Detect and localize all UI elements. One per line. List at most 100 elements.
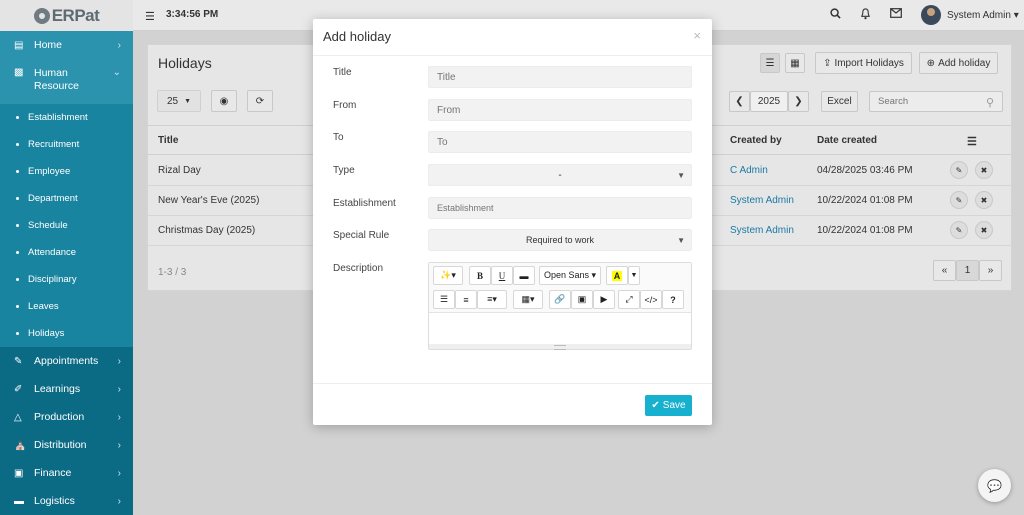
resize-handle[interactable] [429,344,691,350]
cell-title: New Year's Eve (2025) [158,195,260,206]
paragraph-align-button[interactable]: ≡▾ [477,290,507,309]
unordered-list-button[interactable]: ☰ [433,290,455,309]
bell-icon[interactable] [860,8,871,23]
pagination-next-button[interactable]: » [979,260,1002,281]
to-date-input[interactable] [428,131,692,153]
page-size-select[interactable]: 25 ▼ [157,90,201,112]
delete-row-button[interactable]: ✖ [975,161,993,179]
bank-icon: ⛪ [14,439,27,451]
sidebar-subitem-recruitment[interactable]: Recruitment [0,131,133,158]
title-input[interactable] [428,66,692,88]
bullet-icon [16,278,19,281]
toggle-columns-button[interactable]: ◉ [211,90,237,112]
chevron-right-icon: › [117,495,121,507]
text-color-button[interactable]: A [606,266,628,285]
type-label: Type [333,165,355,176]
calendar-view-button[interactable]: ▦ [785,53,805,73]
cell-created-by[interactable]: C Admin [730,165,768,176]
editor-content-area[interactable] [429,314,691,344]
sidebar-subitem-attendance[interactable]: Attendance [0,239,133,266]
save-label: Save [662,400,686,411]
underline-button[interactable]: U [491,266,513,285]
sidebar-item-appointments[interactable]: ✎ Appointments › [0,347,133,375]
from-date-input[interactable] [428,99,692,121]
sidebar-subitem-schedule[interactable]: Schedule [0,212,133,239]
magic-style-button[interactable]: ✨▾ [433,266,463,285]
sidebar-subitem-employee[interactable]: Employee [0,158,133,185]
save-button[interactable]: ✔ Save [645,395,692,416]
type-select[interactable]: - ▼ [428,164,692,186]
sidebar-subitem-establishment[interactable]: Establishment [0,104,133,131]
close-icon[interactable]: × [693,28,701,43]
sidebar-item-human-resource[interactable]: ▩ Human Resource ⌄ [0,59,133,104]
delete-row-button[interactable]: ✖ [975,221,993,239]
sidebar-item-learnings[interactable]: ✐ Learnings › [0,375,133,403]
cell-title: Christmas Day (2025) [158,225,256,236]
sidebar-item-logistics[interactable]: ▬ Logistics › [0,487,133,515]
truck-icon: ▬ [14,495,24,507]
link-button[interactable]: 🔗 [549,290,571,309]
edit-row-button[interactable]: ✎ [950,161,968,179]
logo[interactable]: ERPat [0,0,133,31]
special-rule-select[interactable]: Required to work ▼ [428,229,692,251]
fullscreen-button[interactable]: ⤢ [618,290,640,309]
chat-button[interactable]: 💬 [978,469,1011,502]
list-view-button[interactable]: ☰ [760,53,780,73]
description-label: Description [333,263,384,274]
delete-row-button[interactable]: ✖ [975,191,993,209]
code-view-button[interactable]: </> [640,290,662,309]
column-header-created-by[interactable]: Created by [730,135,782,146]
font-name: Open Sans ▾ [543,270,597,280]
sidebar-item-production[interactable]: △ Production › [0,403,133,431]
pagination-prev-button[interactable]: « [933,260,956,281]
money-icon: ▣ [14,467,24,479]
modal-title: Add holiday [323,29,391,44]
prev-year-button[interactable]: ❮ [729,91,750,112]
edit-row-button[interactable]: ✎ [950,221,968,239]
add-holiday-button[interactable]: ⊕ Add holiday [919,52,998,74]
column-header-title[interactable]: Title [158,135,178,146]
edit-row-button[interactable]: ✎ [950,191,968,209]
sidebar-item-home[interactable]: ▤ Home › [0,31,133,59]
user-menu[interactable]: System Admin ▾ [921,5,1019,25]
sidebar-item-label: Human Resource [34,67,79,92]
next-year-button[interactable]: ❯ [788,91,809,112]
sidebar-toggle-icon[interactable]: ☰ [145,10,155,23]
search-input[interactable] [869,91,1003,112]
clock: 3:34:56 PM [166,9,219,20]
add-holiday-label: Add holiday [938,57,991,69]
divider [313,55,712,56]
excel-button[interactable]: Excel [821,91,858,112]
font-family-select[interactable]: Open Sans ▾ [539,266,601,285]
bold-button[interactable]: B [469,266,491,285]
sidebar-item-label: Production [34,411,85,423]
reload-button[interactable]: ⟳ [247,90,273,112]
sidebar-item-finance[interactable]: ▣ Finance › [0,459,133,487]
establishment-input[interactable] [428,197,692,219]
import-holidays-button[interactable]: ⇪ Import Holidays [815,52,912,74]
sidebar-subitem-department[interactable]: Department [0,185,133,212]
video-button[interactable]: ▶ [593,290,615,309]
cell-created-by[interactable]: System Admin [730,225,794,236]
ordered-list-button[interactable]: ≡ [455,290,477,309]
image-button[interactable]: ▣ [571,290,593,309]
help-button[interactable]: ? [662,290,684,309]
options-menu-icon[interactable]: ☰ [967,135,977,148]
column-header-date-created[interactable]: Date created [817,135,877,146]
bullet-icon [16,116,19,119]
cell-created-by[interactable]: System Admin [730,195,794,206]
table-button[interactable]: ▦▾ [513,290,543,309]
close-icon: ✖ [980,225,988,235]
sidebar-item-distribution[interactable]: ⛪ Distribution › [0,431,133,459]
clear-format-button[interactable]: ▬ [513,266,535,285]
mail-icon[interactable] [890,8,902,21]
chevron-down-icon: ⌄ [112,67,121,78]
pagination-page-1[interactable]: 1 [956,260,979,281]
sidebar-subitem-holidays[interactable]: Holidays [0,320,133,347]
sidebar-subitem-label: Schedule [28,220,68,231]
sidebar-subitem-disciplinary[interactable]: Disciplinary [0,266,133,293]
color-dropdown-button[interactable]: ▼ [628,266,640,285]
bullet-icon [16,332,19,335]
sidebar-subitem-leaves[interactable]: Leaves [0,293,133,320]
search-icon[interactable] [830,8,841,22]
